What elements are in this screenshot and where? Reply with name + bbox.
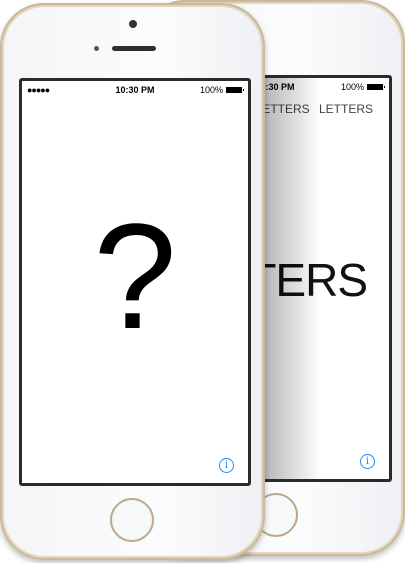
- battery-icon: [226, 87, 244, 93]
- battery-icon: [367, 84, 385, 90]
- front-phone-screen: ●●●●● 10:30 PM 100% ? i: [19, 78, 251, 486]
- battery-percent: 100%: [340, 82, 364, 92]
- info-icon[interactable]: i: [219, 458, 234, 473]
- question-mark: ?: [93, 192, 177, 360]
- camera-icon: [129, 20, 137, 28]
- status-bar: ●●●●● 10:30 PM 100%: [22, 85, 248, 99]
- home-button[interactable]: [110, 498, 154, 542]
- sensor: [94, 46, 99, 51]
- speaker: [112, 46, 156, 51]
- front-phone: ●●●●● 10:30 PM 100% ? i: [0, 3, 265, 560]
- battery-percent: 100%: [199, 85, 223, 95]
- info-icon[interactable]: i: [360, 454, 375, 469]
